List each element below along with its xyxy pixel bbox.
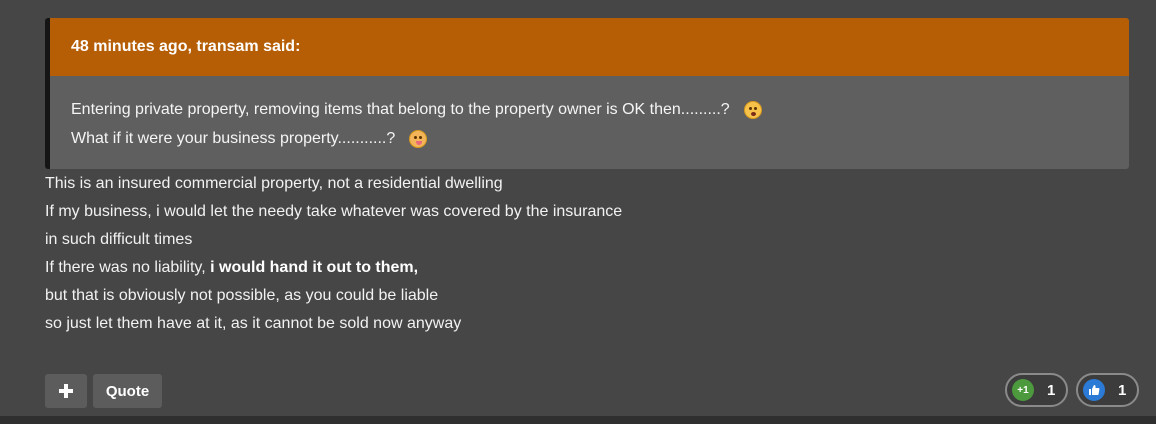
post-line-bold-text: i would hand it out to them,: [210, 259, 419, 276]
reaction-plus-one[interactable]: +1 1: [1005, 373, 1068, 407]
quote-line-text: Entering private property, removing item…: [71, 101, 730, 118]
reaction-like[interactable]: 1: [1076, 373, 1139, 407]
quote-button[interactable]: Quote: [93, 374, 162, 408]
post-line: If my business, i would let the needy ta…: [45, 203, 623, 220]
plus-icon: [59, 384, 73, 398]
post-line-text: If there was no liability,: [45, 259, 211, 276]
post-line: If there was no liability, i would hand …: [45, 254, 622, 282]
post-divider: [0, 416, 1156, 424]
quote-line-text: What if it were your business property..…: [71, 130, 396, 147]
plus-one-icon: +1: [1012, 379, 1034, 401]
quote-line: What if it were your business property..…: [71, 124, 1129, 153]
post-line: in such difficult times: [45, 231, 193, 248]
forum-post: 48 minutes ago, transam said: Entering p…: [0, 0, 1156, 418]
reaction-count: 1: [1047, 381, 1056, 399]
quoted-post: 48 minutes ago, transam said: Entering p…: [45, 18, 1129, 169]
post-content: This is an insured commercial property, …: [45, 170, 622, 338]
post-line: so just let them have at it, as it canno…: [45, 315, 462, 332]
reaction-count: 1: [1118, 381, 1127, 399]
quote-body: Entering private property, removing item…: [50, 76, 1129, 153]
multi-quote-button[interactable]: [45, 374, 87, 408]
smirking-face-icon: [409, 129, 428, 148]
post-line: but that is obviously not possible, as y…: [45, 287, 439, 304]
post-line: This is an insured commercial property, …: [45, 175, 503, 192]
shushing-face-icon: [743, 100, 762, 119]
quote-line: Entering private property, removing item…: [71, 95, 1129, 124]
thumbs-up-icon: [1083, 379, 1105, 401]
quote-header[interactable]: 48 minutes ago, transam said:: [50, 18, 1129, 76]
